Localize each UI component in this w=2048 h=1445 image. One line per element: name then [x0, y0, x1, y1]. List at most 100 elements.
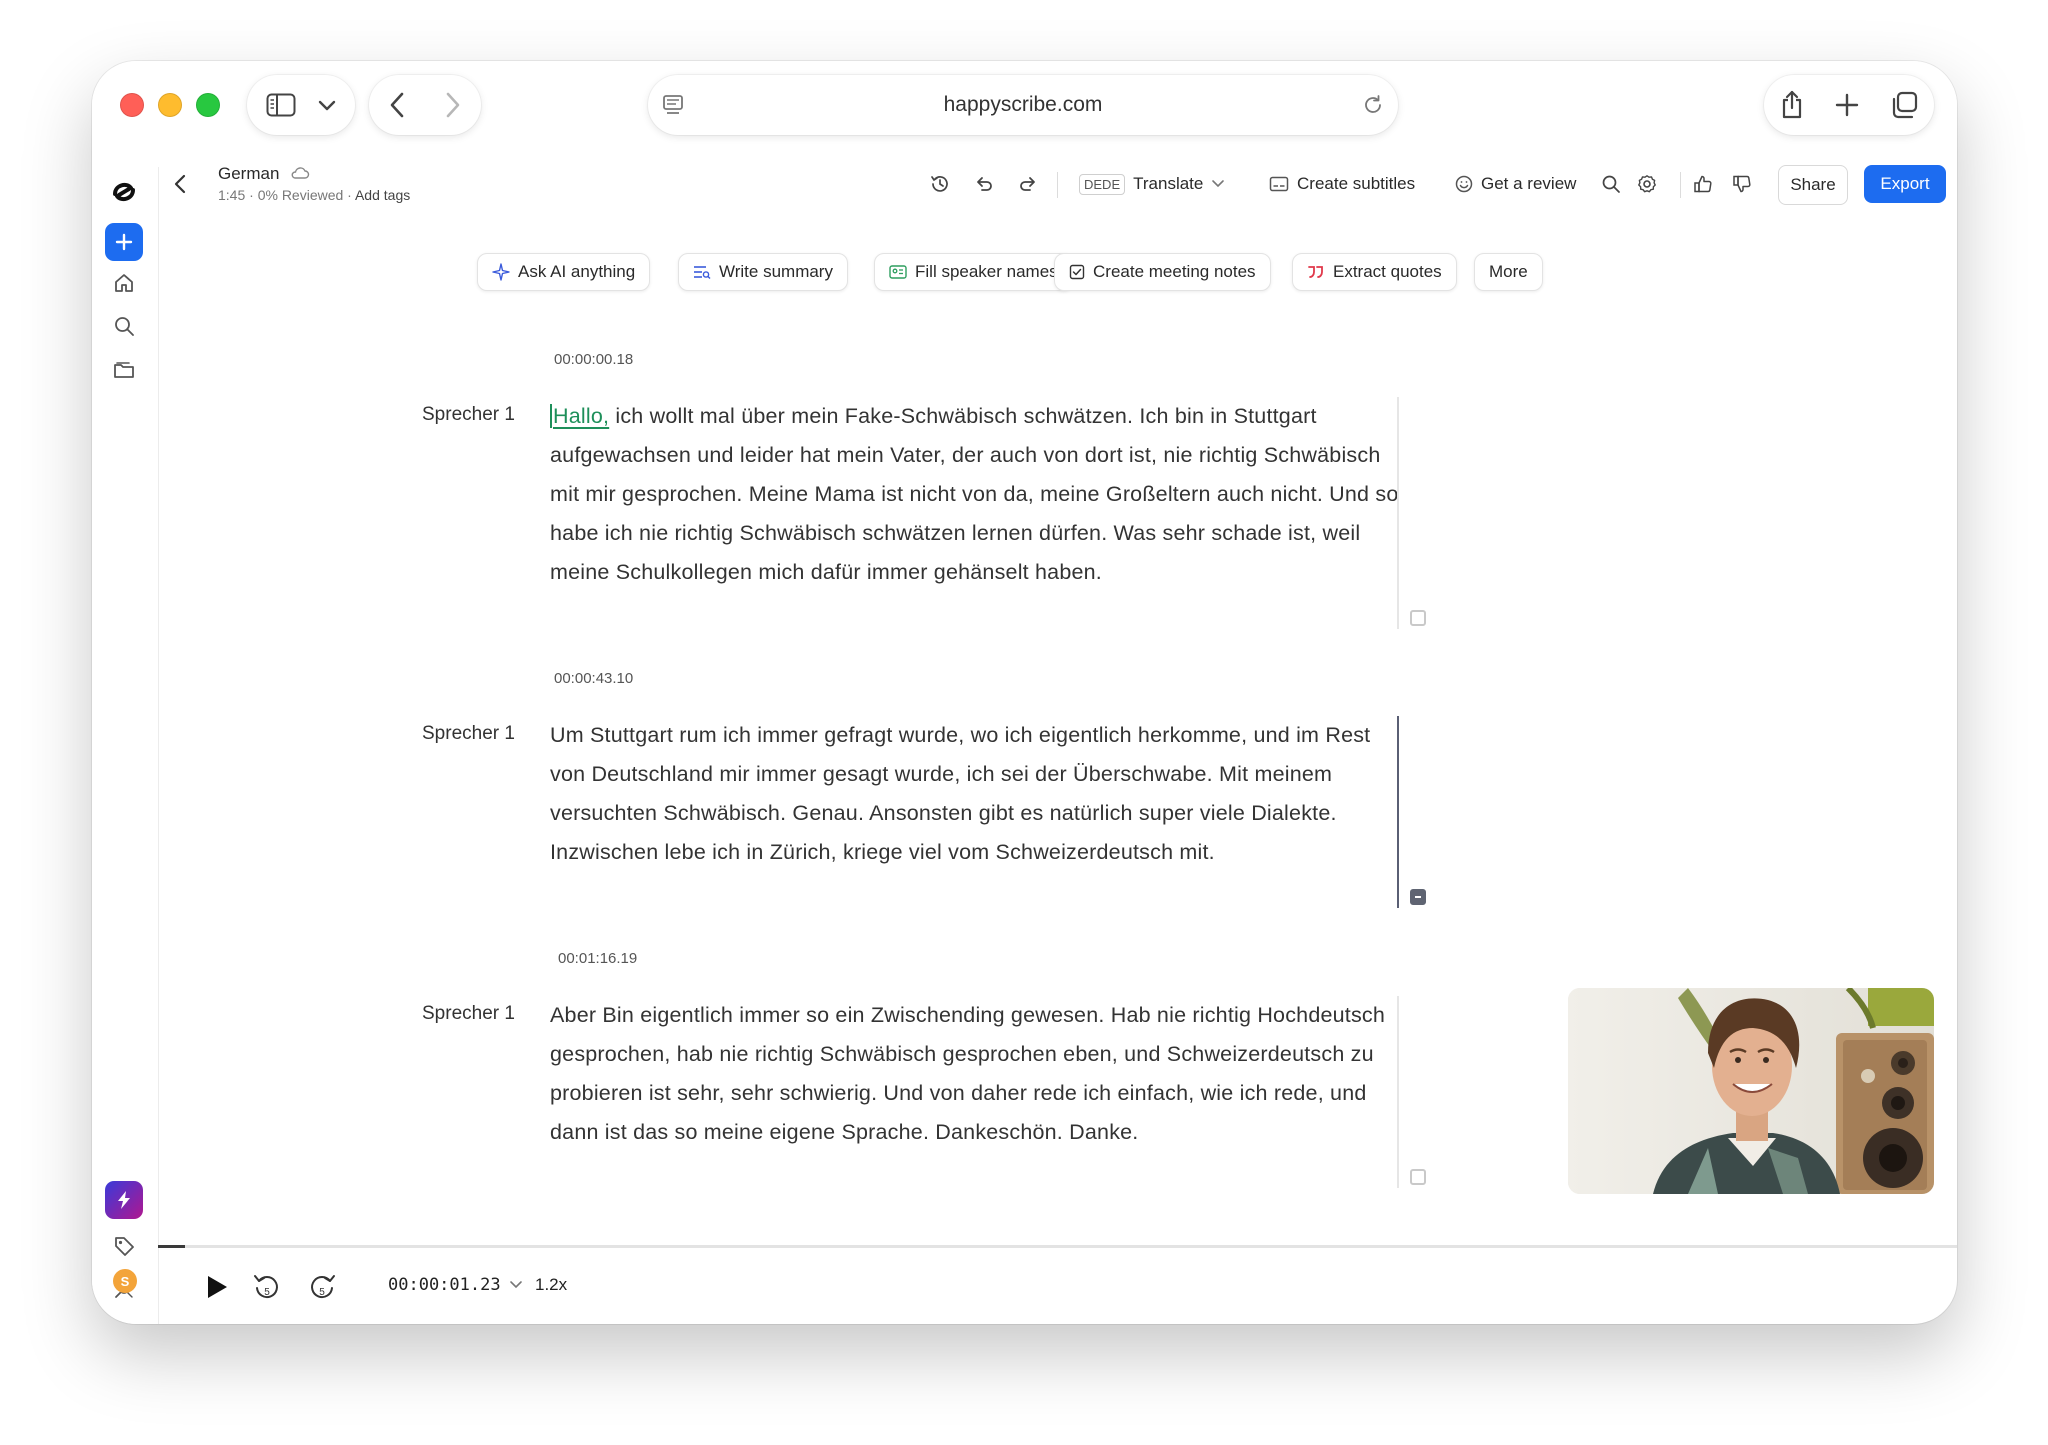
history-icon[interactable] [930, 164, 950, 204]
forward-arrow-icon[interactable] [445, 92, 461, 118]
fill-speaker-names-button[interactable]: Fill speaker names [874, 253, 1073, 291]
playback-progress-track[interactable] [158, 1245, 1957, 1248]
get-review-button[interactable]: Get a review [1455, 164, 1576, 204]
sidebar-toggle-group [247, 75, 355, 135]
tab-overview-icon[interactable] [1890, 91, 1918, 119]
sidebar-icon[interactable] [266, 93, 296, 117]
more-actions-label: More [1489, 262, 1528, 281]
language-chip: DEDE [1079, 173, 1126, 195]
app-sidebar: S [92, 167, 159, 1324]
browser-window: happyscribe.com S German 1:45 · 0% Revie… [92, 61, 1957, 1324]
paragraph-divider [1397, 996, 1399, 1188]
redo-icon[interactable] [1018, 164, 1038, 204]
quote-icon [1308, 266, 1323, 278]
home-icon[interactable] [105, 264, 143, 302]
write-summary-label: Write summary [719, 262, 833, 281]
speaker-label[interactable]: Sprecher 1 [422, 404, 515, 426]
current-time-dropdown[interactable]: 00:00:01.23 [388, 1275, 523, 1295]
create-subtitles-button[interactable]: Create subtitles [1269, 164, 1415, 204]
reload-icon[interactable] [1362, 94, 1384, 116]
close-window-button[interactable] [120, 93, 144, 117]
ask-ai-button[interactable]: Ask AI anything [477, 253, 651, 291]
browser-toolbar: happyscribe.com [92, 61, 1957, 167]
thumbs-down-icon[interactable] [1732, 164, 1752, 204]
search-icon[interactable] [105, 307, 143, 345]
smile-icon [1455, 175, 1473, 193]
share-icon[interactable] [1780, 90, 1804, 120]
play-icon[interactable] [206, 1275, 228, 1299]
extract-quotes-button[interactable]: Extract quotes [1292, 253, 1457, 291]
video-preview[interactable] [1568, 988, 1934, 1194]
chevron-down-icon[interactable] [318, 99, 336, 111]
paragraph-review-checkbox[interactable] [1410, 610, 1426, 626]
playback-progress-fill [158, 1245, 185, 1248]
current-word-highlight[interactable]: Hallo, [550, 404, 610, 428]
ask-ai-label: Ask AI anything [518, 262, 636, 281]
skip-forward-seconds: 5 [319, 1287, 325, 1298]
media-player-bar: 5 5 00:00:01.23 1.2x [158, 1251, 1957, 1324]
paragraph-timestamp[interactable]: 00:01:16.19 [558, 950, 637, 967]
write-summary-button[interactable]: Write summary [678, 253, 848, 291]
speaker-label[interactable]: Sprecher 1 [422, 1003, 515, 1025]
paragraph-text: ich wollt mal über mein Fake-Schwäbisch … [550, 404, 1399, 584]
address-bar[interactable]: happyscribe.com [648, 75, 1398, 135]
user-avatar[interactable]: S [113, 1269, 137, 1293]
toolbar-divider [1680, 172, 1681, 198]
paragraph-divider-active [1397, 716, 1399, 908]
subtitles-icon [1269, 176, 1289, 192]
get-review-label: Get a review [1481, 174, 1577, 193]
paragraph-text: Um Stuttgart rum ich immer gefragt wurde… [550, 723, 1371, 864]
speaker-label[interactable]: Sprecher 1 [422, 723, 515, 745]
translate-dropdown[interactable]: DEDE Translate [1079, 164, 1225, 204]
toolbar-divider [1057, 172, 1058, 198]
create-subtitles-label: Create subtitles [1297, 174, 1416, 193]
export-button[interactable]: Export [1864, 165, 1946, 203]
playback-speed-button[interactable]: 1.2x [535, 1275, 567, 1295]
paragraph-divider [1397, 397, 1399, 629]
paragraph-review-checkbox[interactable] [1410, 1169, 1426, 1185]
lightning-icon [118, 1191, 130, 1209]
add-new-button[interactable] [105, 223, 143, 261]
create-meeting-notes-button[interactable]: Create meeting notes [1054, 253, 1271, 291]
plus-icon [115, 233, 133, 251]
extract-quotes-label: Extract quotes [1333, 262, 1442, 281]
paragraph-timestamp[interactable]: 00:00:43.10 [554, 670, 633, 687]
speaker-video-frame [1568, 988, 1934, 1194]
url-text: happyscribe.com [943, 93, 1103, 116]
chevron-down-icon [509, 1281, 522, 1289]
skip-back-5-icon[interactable]: 5 [252, 1271, 282, 1301]
upgrade-bolt-button[interactable] [105, 1181, 143, 1219]
checkbox-icon [1069, 264, 1085, 280]
settings-gear-icon[interactable] [1637, 164, 1657, 204]
summary-lines-icon [694, 266, 711, 279]
paragraph-timestamp[interactable]: 00:00:00.18 [554, 351, 633, 368]
transcript-paragraph[interactable]: Um Stuttgart rum ich immer gefragt wurde… [550, 716, 1410, 872]
id-card-icon [889, 265, 907, 279]
find-search-icon[interactable] [1601, 164, 1621, 204]
editor-toolbar: DEDE Translate Create subtitles Get a re… [92, 164, 1957, 204]
share-button[interactable]: Share [1778, 165, 1848, 205]
skip-forward-5-icon[interactable]: 5 [307, 1271, 337, 1301]
undo-icon[interactable] [974, 164, 994, 204]
navigation-group [369, 75, 481, 135]
back-arrow-icon[interactable] [389, 92, 405, 118]
paragraph-review-checkbox[interactable] [1410, 889, 1426, 905]
transcript-paragraph[interactable]: Hallo, ich wollt mal über mein Fake-Schw… [550, 397, 1410, 592]
browser-actions-group [1764, 75, 1934, 135]
more-actions-button[interactable]: More [1474, 253, 1543, 291]
sparkle-icon [492, 263, 510, 281]
folders-icon[interactable] [105, 351, 143, 389]
tag-icon[interactable] [105, 1227, 143, 1265]
translate-label: Translate [1133, 174, 1204, 193]
skip-back-seconds: 5 [264, 1287, 270, 1298]
new-tab-plus-icon[interactable] [1835, 93, 1859, 117]
current-time-text: 00:00:01.23 [388, 1275, 501, 1295]
minimize-window-button[interactable] [158, 93, 182, 117]
transcript-paragraph[interactable]: Aber Bin eigentlich immer so ein Zwische… [550, 996, 1410, 1152]
thumbs-up-icon[interactable] [1693, 164, 1713, 204]
fill-speaker-names-label: Fill speaker names [915, 262, 1058, 281]
chevron-down-icon [1212, 180, 1225, 188]
create-meeting-notes-label: Create meeting notes [1093, 262, 1256, 281]
maximize-window-button[interactable] [196, 93, 220, 117]
paragraph-text: Aber Bin eigentlich immer so ein Zwische… [550, 1003, 1386, 1144]
